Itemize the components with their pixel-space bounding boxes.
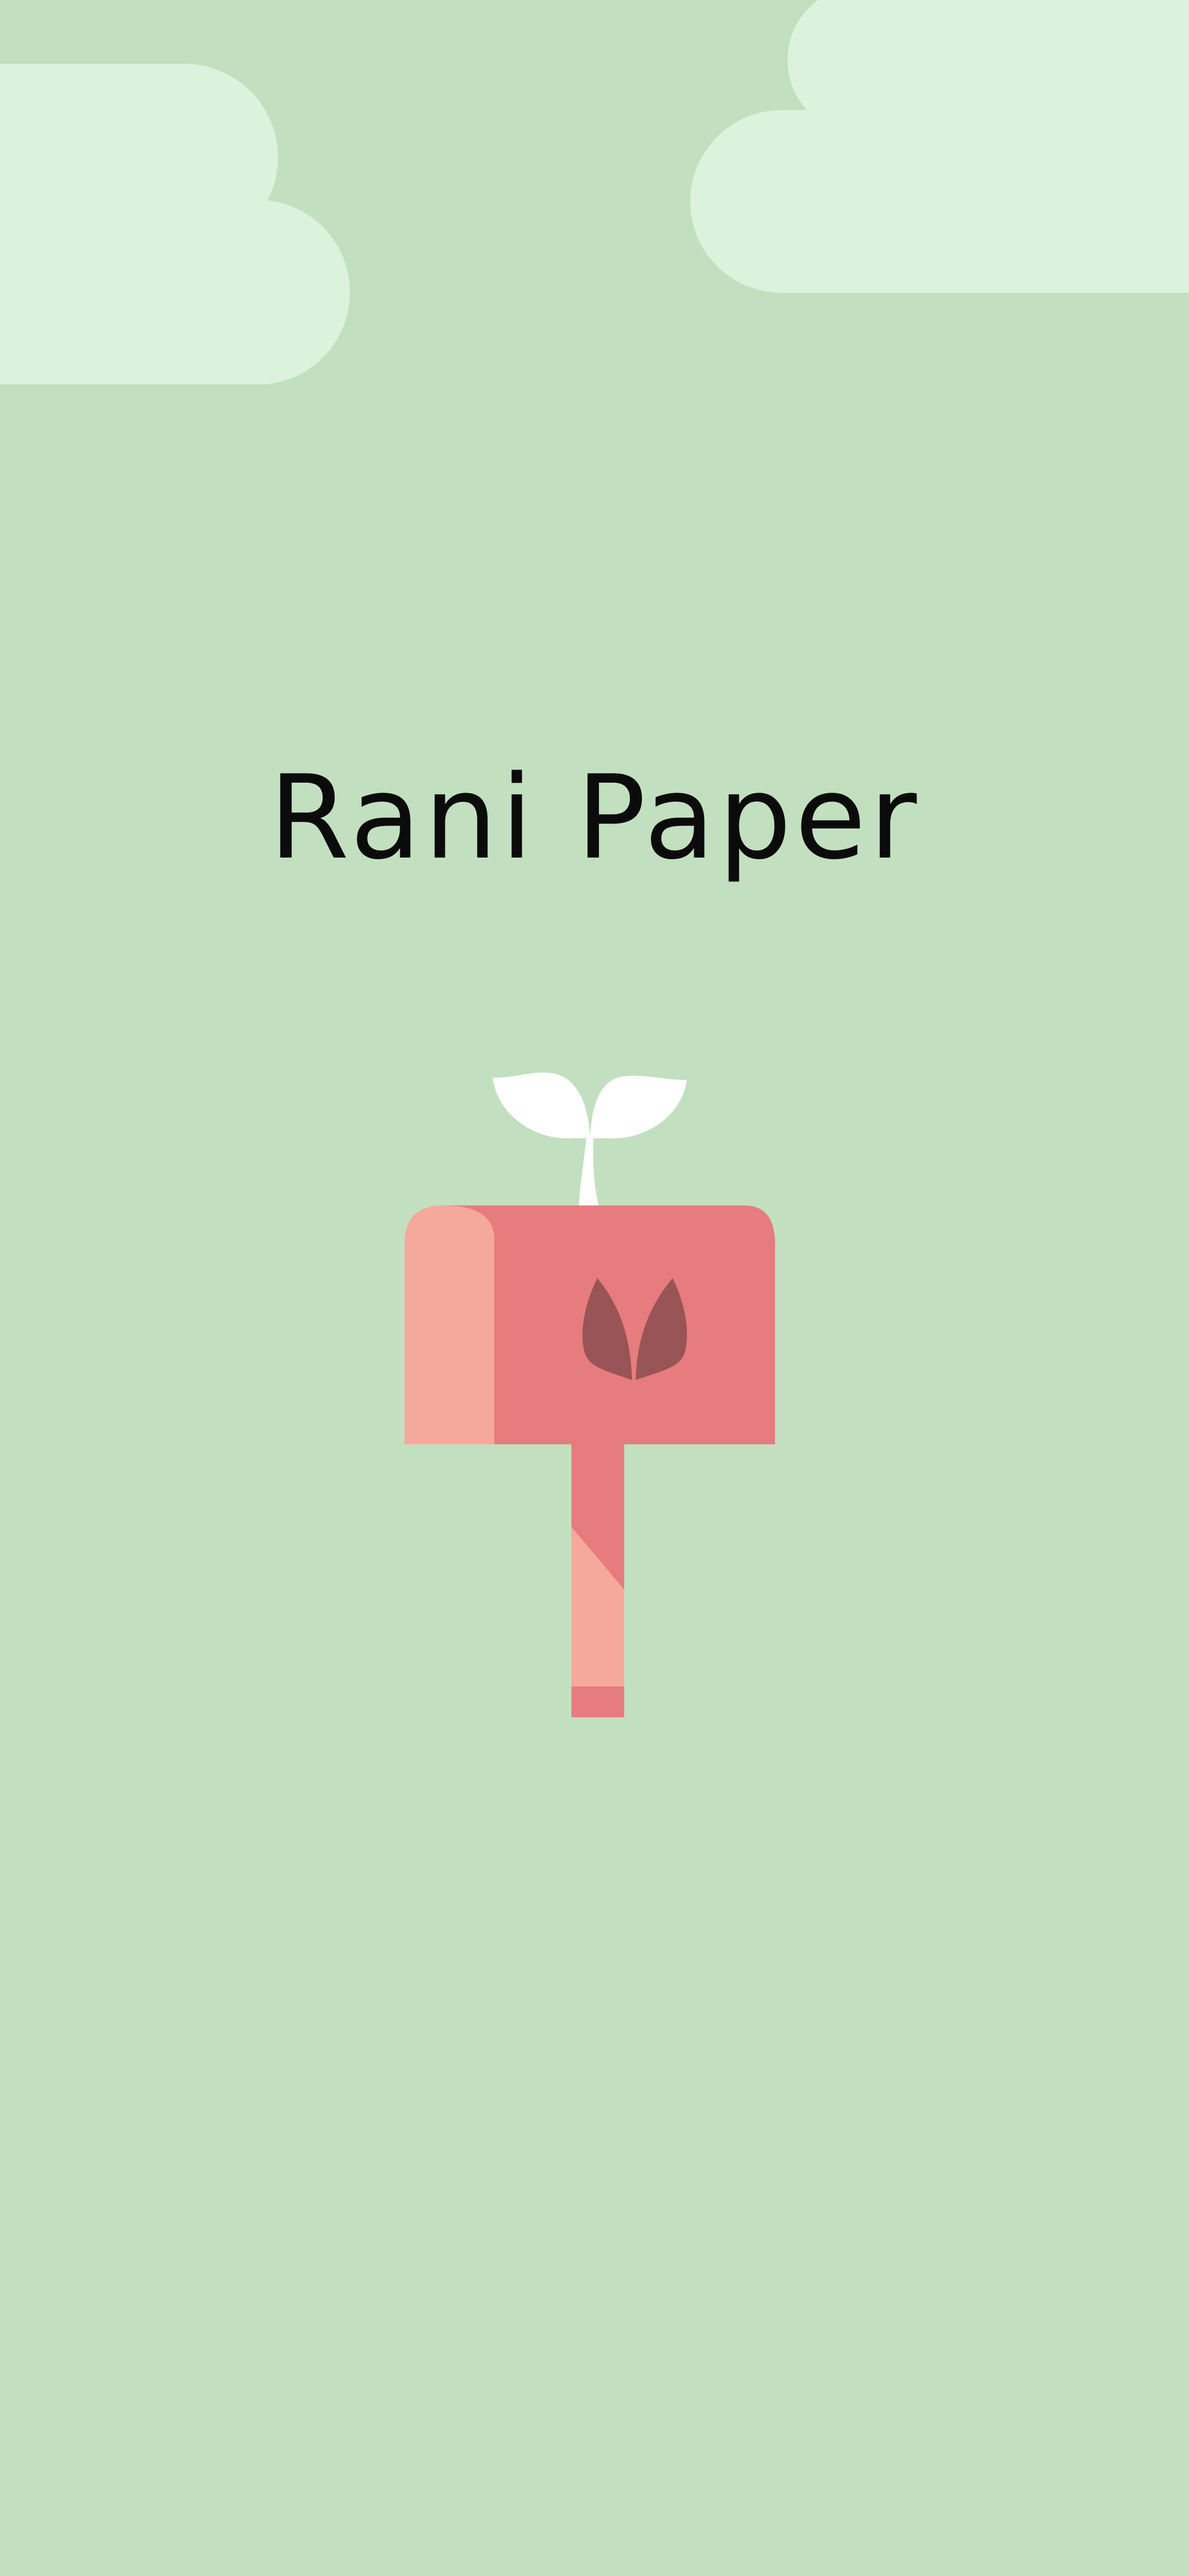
splash-artwork xyxy=(0,0,1189,1717)
mailbox-door xyxy=(405,1205,494,1444)
cloud-icon xyxy=(0,64,350,384)
sprout-right-leaf-icon xyxy=(590,1076,687,1139)
sprout-left-leaf-icon xyxy=(493,1072,590,1139)
sprout-stem xyxy=(579,1138,599,1207)
cloud-icon xyxy=(690,0,1189,293)
seedling-mailbox-logo xyxy=(405,1072,775,1717)
app-title: Rani Paper xyxy=(269,750,920,885)
splash-screen: Rani Paper xyxy=(0,0,1189,2576)
